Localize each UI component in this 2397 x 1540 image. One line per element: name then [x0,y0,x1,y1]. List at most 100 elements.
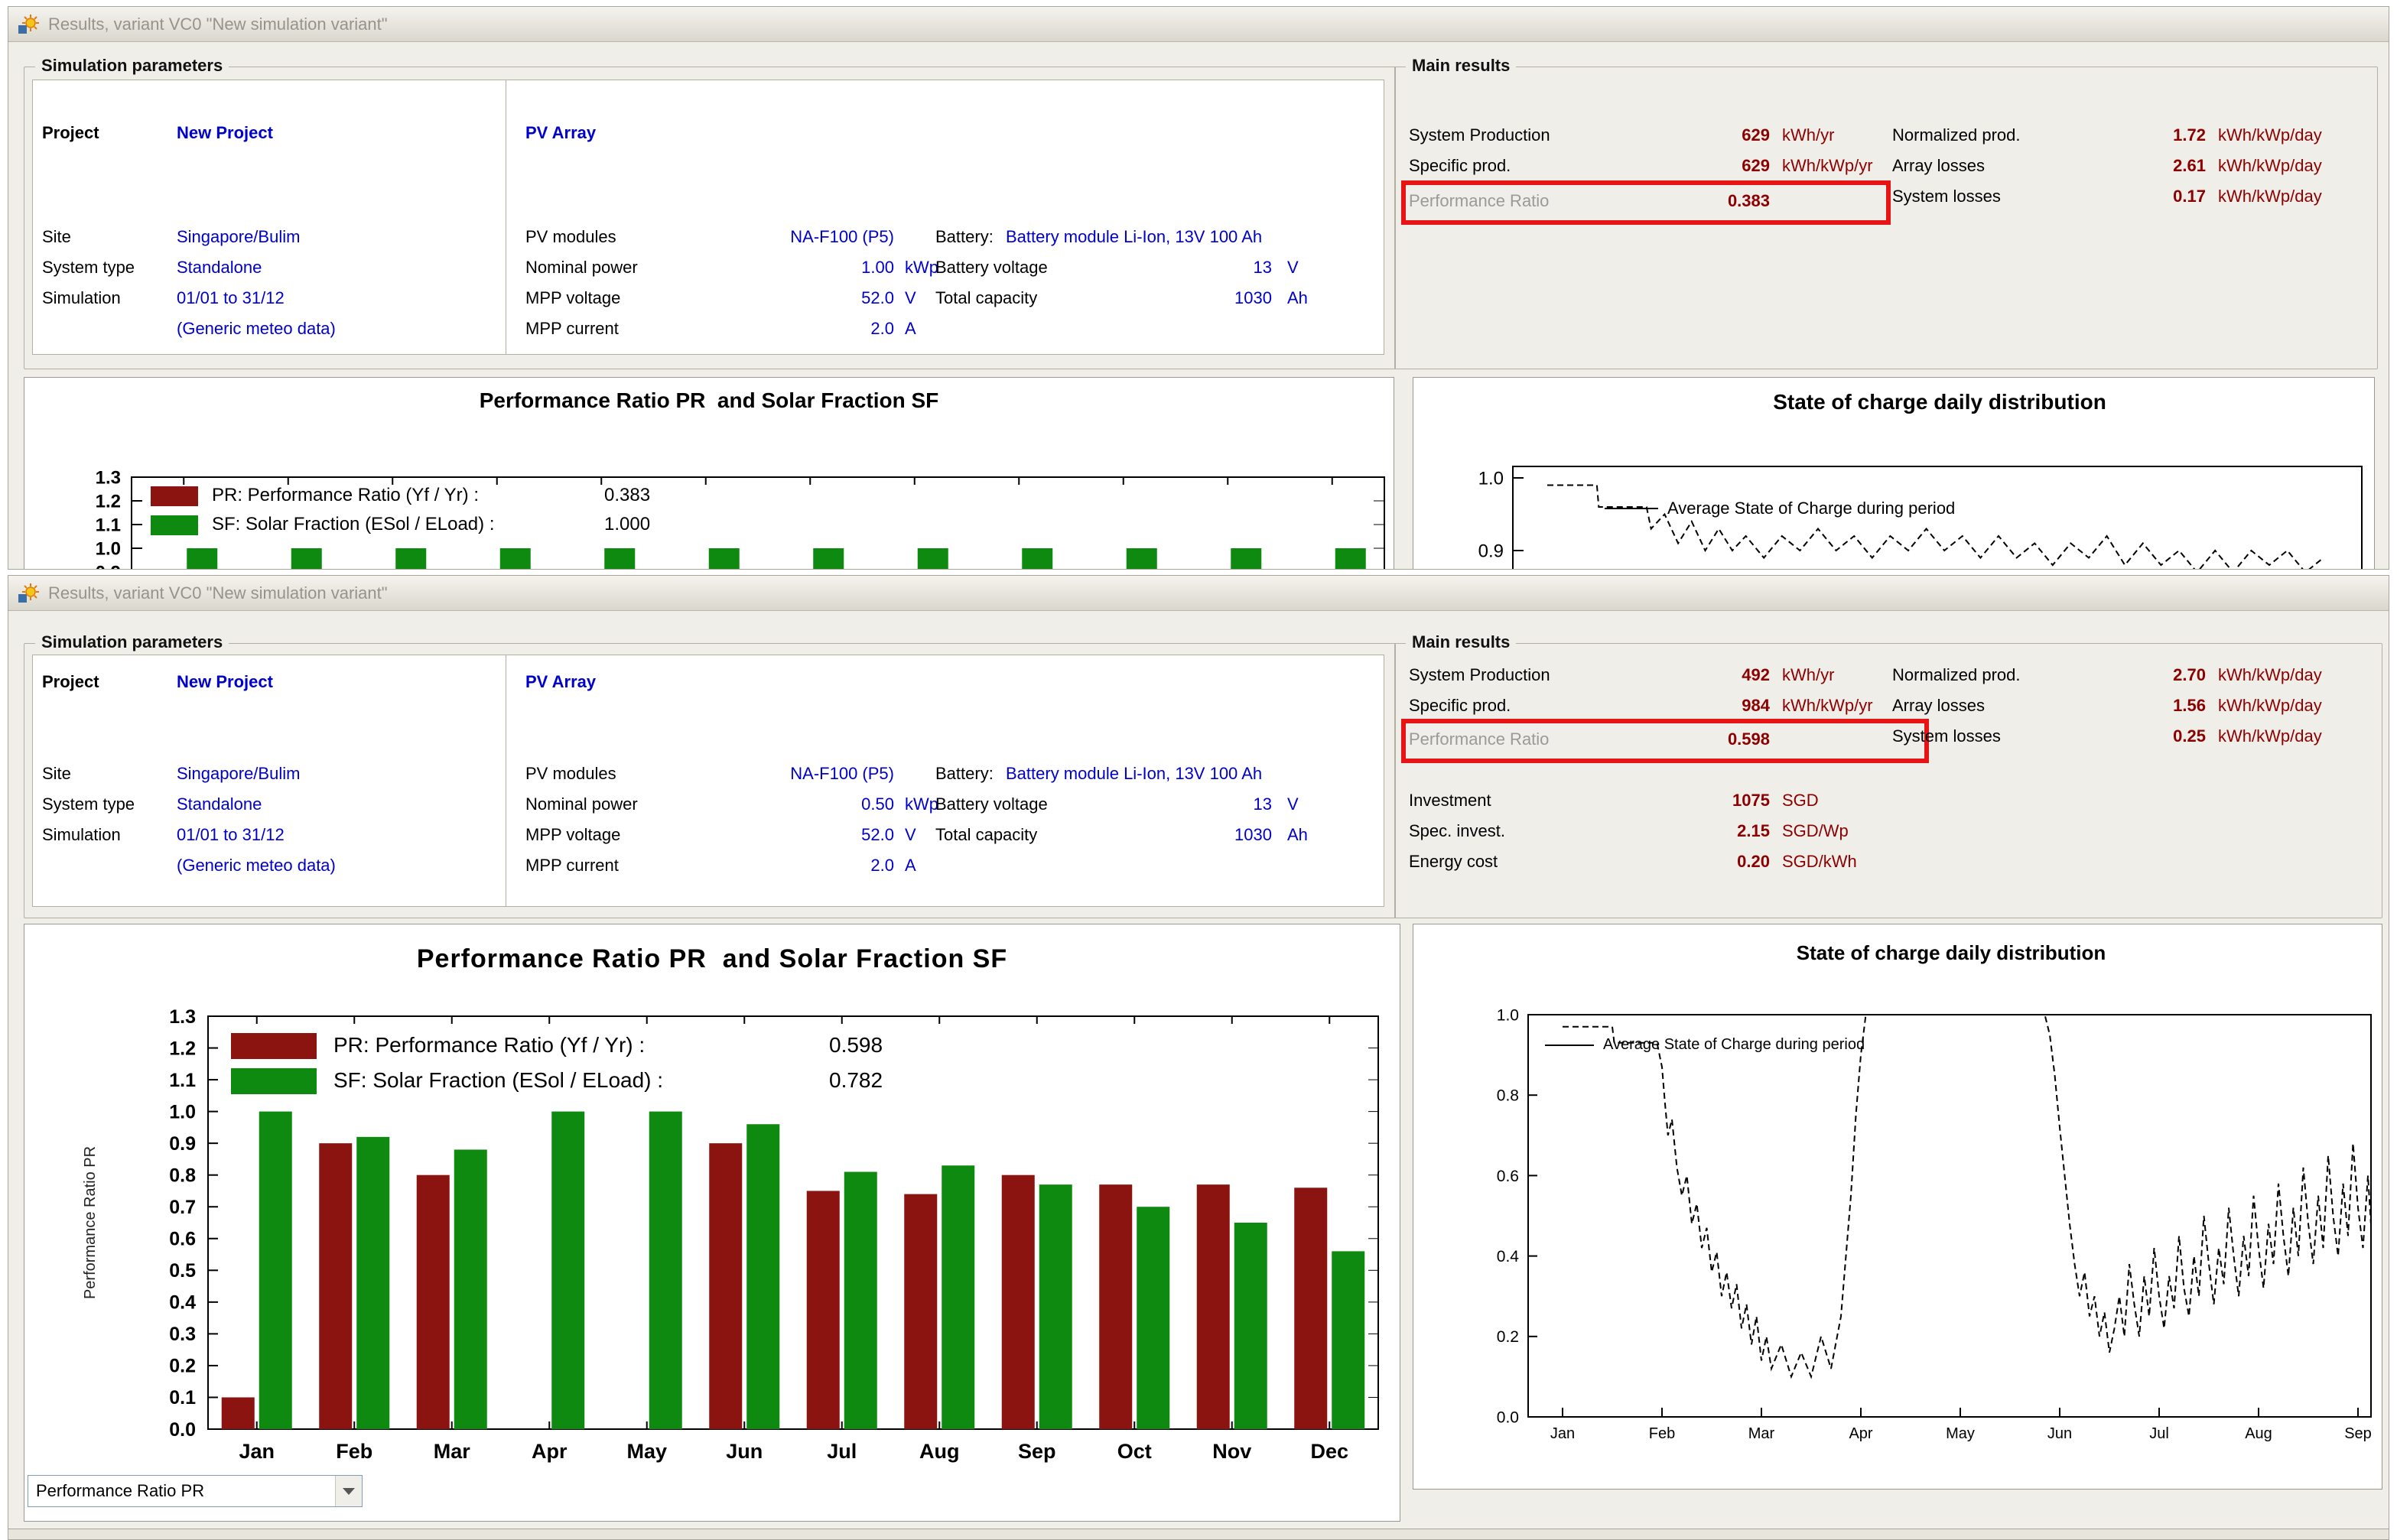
svg-text:Nov: Nov [1212,1440,1251,1463]
svg-text:0.0: 0.0 [169,1419,196,1441]
array-losses-label: Array losses [1892,156,1985,176]
project-label: Project [42,123,99,143]
svg-text:0.6: 0.6 [1497,1168,1519,1185]
svg-text:Mar: Mar [1748,1425,1775,1442]
svg-text:May: May [626,1440,667,1463]
battery-voltage-value: 13 [1203,258,1272,278]
svg-text:0.8: 0.8 [169,1165,196,1186]
project-value: New Project [177,123,273,143]
energy-cost-unit: SGD/kWh [1782,852,1857,872]
mpp-voltage-unit: V [905,825,916,845]
site-value: Singapore/Bulim [177,764,300,784]
array-losses-value: 1.56 [2122,696,2206,716]
titlebar[interactable]: Results, variant VC0 "New simulation var… [8,576,2389,611]
titlebar[interactable]: Results, variant VC0 "New simulation var… [8,7,2389,42]
pv-array-title: PV Array [525,672,596,692]
specific-prod-value: 984 [1663,696,1770,716]
svg-text:1.1: 1.1 [96,515,121,535]
normalized-prod-unit: kWh/kWp/day [2218,665,2322,685]
mpp-current-value: 2.0 [756,856,894,876]
normalized-prod-unit: kWh/kWp/day [2218,125,2322,145]
main-results-group: Main results System Production 492 kWh/y… [1394,643,2382,918]
soc-chart-panel: State of charge daily distribution 1.00.… [1413,377,2375,570]
svg-text:Jan: Jan [1550,1425,1575,1442]
simulation-value: 01/01 to 31/12 [177,825,285,845]
results-window-top: Results, variant VC0 "New simulation var… [8,6,2389,570]
spec-invest-unit: SGD/Wp [1782,821,1849,841]
battery-voltage-unit: V [1287,258,1299,278]
energy-cost-label: Energy cost [1409,852,1498,872]
graph-selector-dropdown[interactable]: Performance Ratio PR [28,1475,363,1507]
svg-text:Performance Ratio PR: Performance Ratio PR [82,1146,99,1299]
group-caption: Simulation parameters [35,56,229,76]
system-production-value: 492 [1663,665,1770,685]
svg-text:Dec: Dec [1310,1440,1348,1463]
soc-line-chart: 1.00.80.60.40.20.0JanFebMarAprMayJunJulA… [1413,924,2382,1490]
mpp-current-unit: A [905,319,916,339]
svg-text:0.7: 0.7 [169,1197,196,1218]
next-section-edge [8,1529,2389,1540]
svg-text:1.3: 1.3 [96,467,121,488]
battery-voltage-label: Battery voltage [935,794,1048,814]
simulation-note: (Generic meteo data) [177,319,336,339]
investment-label: Investment [1409,791,1491,811]
specific-prod-label: Specific prod. [1409,696,1511,716]
sf-legend-value: 1.000 [604,514,650,535]
system-production-label: System Production [1409,125,1550,145]
svg-text:1.0: 1.0 [96,538,121,559]
pr-sf-chart-panel: Performance Ratio PR and Solar Fraction … [24,924,1400,1522]
svg-text:0.9: 0.9 [169,1133,196,1155]
array-losses-value: 2.61 [2122,156,2206,176]
battery-value: Battery module Li-Ion, 13V 100 Ah [1006,764,1262,784]
soc-chart-panel: State of charge daily distribution 1.00.… [1413,924,2382,1490]
chevron-down-icon[interactable] [335,1476,362,1506]
soc-legend-line [1605,508,1658,509]
sf-legend-swatch [151,515,198,535]
main-results-group: Main results System Production 629 kWh/y… [1394,67,2378,369]
window-title: Results, variant VC0 "New simulation var… [48,15,388,34]
pv-modules-value: NA-F100 (P5) [756,227,894,247]
system-losses-label: System losses [1892,187,2001,206]
investment-unit: SGD [1782,791,1819,811]
nominal-power-value: 0.50 [756,794,894,814]
system-production-label: System Production [1409,665,1550,685]
pvsyst-sun-icon [18,583,39,604]
pr-legend-value: 0.383 [604,485,650,506]
soc-legend-label: Average State of Charge during period [1667,499,1955,518]
array-losses-unit: kWh/kWp/day [2218,696,2322,716]
svg-text:Jul: Jul [2149,1425,2169,1442]
sim-params-panel: Project New Project Site Singapore/Bulim… [32,655,1384,907]
total-capacity-unit: Ah [1287,825,1308,845]
svg-text:Sep: Sep [1018,1440,1056,1463]
simulation-label: Simulation [42,825,121,845]
graph-selector-value: Performance Ratio PR [36,1481,204,1501]
system-losses-unit: kWh/kWp/day [2218,187,2322,206]
normalized-prod-label: Normalized prod. [1892,125,2021,145]
mpp-voltage-value: 52.0 [756,288,894,308]
svg-text:Aug: Aug [2245,1425,2272,1442]
specific-prod-value: 629 [1663,156,1770,176]
total-capacity-label: Total capacity [935,288,1037,308]
array-losses-unit: kWh/kWp/day [2218,156,2322,176]
system-type-value: Standalone [177,794,262,814]
soc-legend-label: Average State of Charge during period [1603,1036,1865,1054]
system-type-label: System type [42,794,135,814]
svg-text:Jan: Jan [239,1440,275,1463]
group-caption: Main results [1406,56,1516,76]
nominal-power-label: Nominal power [525,794,638,814]
svg-text:0.2: 0.2 [1497,1328,1519,1346]
svg-text:Feb: Feb [1649,1425,1675,1442]
total-capacity-value: 1030 [1203,825,1272,845]
mpp-current-value: 2.0 [756,319,894,339]
project-value: New Project [177,672,273,692]
battery-voltage-value: 13 [1203,794,1272,814]
pr-sf-bar-chart: 0.00.10.20.30.40.50.60.70.80.91.01.11.21… [24,924,1400,1522]
battery-voltage-label: Battery voltage [935,258,1048,278]
nominal-power-unit: kWp [905,794,938,814]
pr-legend-swatch [231,1033,317,1059]
svg-text:0.3: 0.3 [169,1324,196,1345]
soc-legend: Average State of Charge during period [1605,499,1955,518]
site-value: Singapore/Bulim [177,227,300,247]
normalized-prod-value: 1.72 [2122,125,2206,145]
system-type-value: Standalone [177,258,262,278]
